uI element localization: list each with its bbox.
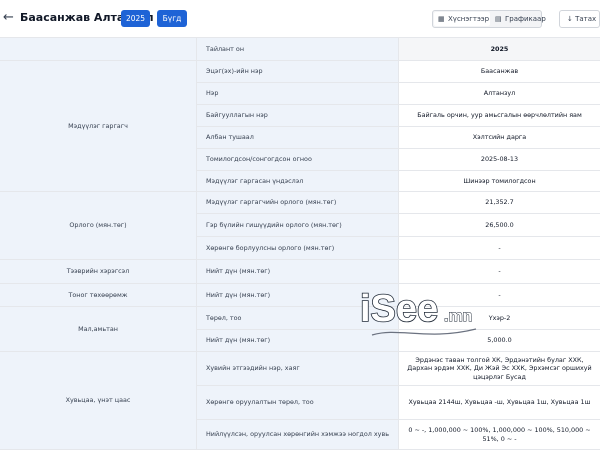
- row-label: Хөрөнгө борлуулсны орлого (мян.төг): [197, 237, 399, 260]
- row-value: Баасанжав: [399, 61, 600, 83]
- row-value: Алтанзул: [399, 83, 600, 105]
- row-label: Албан тушаал: [197, 127, 399, 149]
- group-cell-livestock: Мал,амьтан: [0, 307, 197, 352]
- view-toggle: ▦ Хүснэгтээр ▤ Графикаар: [432, 10, 546, 28]
- row-label: Нийт дүн (мян.төг): [197, 330, 399, 352]
- row-label: Томилогдсон/сонгогдсон огноо: [197, 149, 399, 171]
- row-value: Хэлтсийн дарга: [399, 127, 600, 149]
- row-value: 2025-08-13: [399, 149, 600, 171]
- row-label: Нийт дүн (мян.төг): [197, 284, 399, 307]
- row-label: Эцэг(эх)-ийн нэр: [197, 61, 399, 83]
- row-value: 5,000.0: [399, 330, 600, 352]
- group-cell-declarant: Мэдүүлэг гаргагч: [0, 61, 197, 192]
- row-value: Эрдэнэс таван толгой ХК, Эрдэнэтийн була…: [399, 352, 600, 386]
- group-cell-income: Орлого (мян.төг): [0, 192, 197, 260]
- row-label: Нэр: [197, 83, 399, 105]
- table-icon: ▦: [438, 15, 445, 23]
- top-bar: ← Баасанжав Алтанзул 2025 Бүгд ▦ Хүснэгтэ…: [0, 0, 600, 38]
- row-label: Нийлүүлсэн, оруулсан хөрөнгийн хэмжээ но…: [197, 420, 399, 450]
- row-label: Мэдүүлэг гаргагчийн орлого (мян.төг): [197, 192, 399, 214]
- row-value: 0 ~ -, 1,000,000 ~ 100%, 1,000,000 ~ 100…: [399, 420, 600, 450]
- row-value: -: [399, 237, 600, 260]
- group-cell-shares: Хувьцаа, үнэт цаас: [0, 352, 197, 450]
- table-view-button[interactable]: ▦ Хүснэгтээр: [434, 12, 490, 26]
- group-cell-equipment: Тоног төхөөрөмж: [0, 284, 197, 307]
- year-value: 2025: [399, 38, 600, 61]
- row-value: -: [399, 284, 600, 307]
- row-value: Үхэр-2: [399, 307, 600, 330]
- download-icon: ↓: [567, 15, 573, 23]
- year-button[interactable]: 2025: [121, 10, 150, 27]
- row-label: Гэр бүлийн гишүүдийн орлого (мян.төг): [197, 214, 399, 237]
- row-label: Тайлант он: [197, 38, 399, 61]
- row-value: -: [399, 260, 600, 284]
- table-view-label: Хүснэгтээр: [448, 15, 490, 23]
- row-label: Мэдүүлэг гаргасан үндэслэл: [197, 171, 399, 192]
- row-label: Нийт дүн (мян.төг): [197, 260, 399, 284]
- row-label: Төрөл, тоо: [197, 307, 399, 330]
- group-cell-blank: [0, 38, 197, 61]
- back-arrow-icon[interactable]: ←: [3, 9, 19, 27]
- row-value: Байгаль орчин, уур амьсгалын өөрчлөлтийн…: [399, 105, 600, 127]
- row-label: Байгууллагын нэр: [197, 105, 399, 127]
- row-value: 21,352.7: [399, 192, 600, 214]
- row-label: Хувийн этгээдийн нэр, хаяг: [197, 352, 399, 386]
- chart-view-button[interactable]: ▤ Графикаар: [491, 12, 546, 26]
- row-value: Хувьцаа 2144ш, Хувьцаа -ш, Хувьцаа 1ш, Х…: [399, 386, 600, 420]
- row-value: 26,500.0: [399, 214, 600, 237]
- download-label: Татах: [575, 15, 597, 23]
- group-cell-vehicle: Тээврийн хэрэгсэл: [0, 260, 197, 284]
- bar-chart-icon: ▤: [495, 15, 502, 23]
- download-button[interactable]: ↓ Татах: [559, 10, 600, 28]
- row-value: Шинээр томилогдсон: [399, 171, 600, 192]
- all-button[interactable]: Бүгд: [157, 10, 187, 27]
- row-label: Хөрөнгө оруулалтын төрөл, тоо: [197, 386, 399, 420]
- chart-view-label: Графикаар: [505, 15, 546, 23]
